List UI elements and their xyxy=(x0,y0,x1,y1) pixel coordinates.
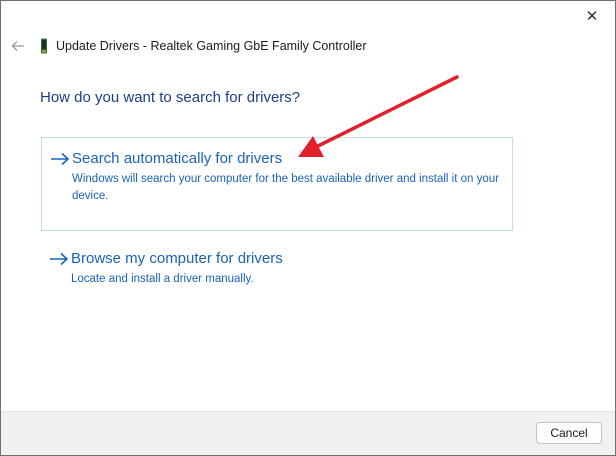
option-description: Locate and install a driver manually. xyxy=(71,273,254,285)
close-button[interactable]: ✕ xyxy=(579,5,605,27)
update-drivers-dialog: ✕ Update Drivers - Realtek Gaming GbE Fa… xyxy=(0,0,616,456)
search-automatically-option[interactable]: Search automatically for drivers Windows… xyxy=(41,137,513,231)
dialog-footer: Cancel xyxy=(1,411,615,455)
dialog-header: Update Drivers - Realtek Gaming GbE Fami… xyxy=(39,38,367,54)
option-title: Browse my computer for drivers xyxy=(71,250,283,267)
option-description: Windows will search your computer for th… xyxy=(72,173,499,202)
close-icon: ✕ xyxy=(585,8,599,25)
back-button[interactable] xyxy=(9,37,27,55)
network-adapter-icon xyxy=(41,38,47,54)
dialog-title: Update Drivers - Realtek Gaming GbE Fami… xyxy=(56,39,367,53)
cancel-button[interactable]: Cancel xyxy=(536,422,602,444)
back-arrow-icon xyxy=(11,41,24,51)
right-arrow-icon xyxy=(51,152,70,166)
option-title: Search automatically for drivers xyxy=(72,150,283,167)
right-arrow-icon xyxy=(50,252,69,266)
browse-computer-option[interactable]: Browse my computer for drivers Locate an… xyxy=(41,238,513,300)
page-heading: How do you want to search for drivers? xyxy=(40,89,301,106)
